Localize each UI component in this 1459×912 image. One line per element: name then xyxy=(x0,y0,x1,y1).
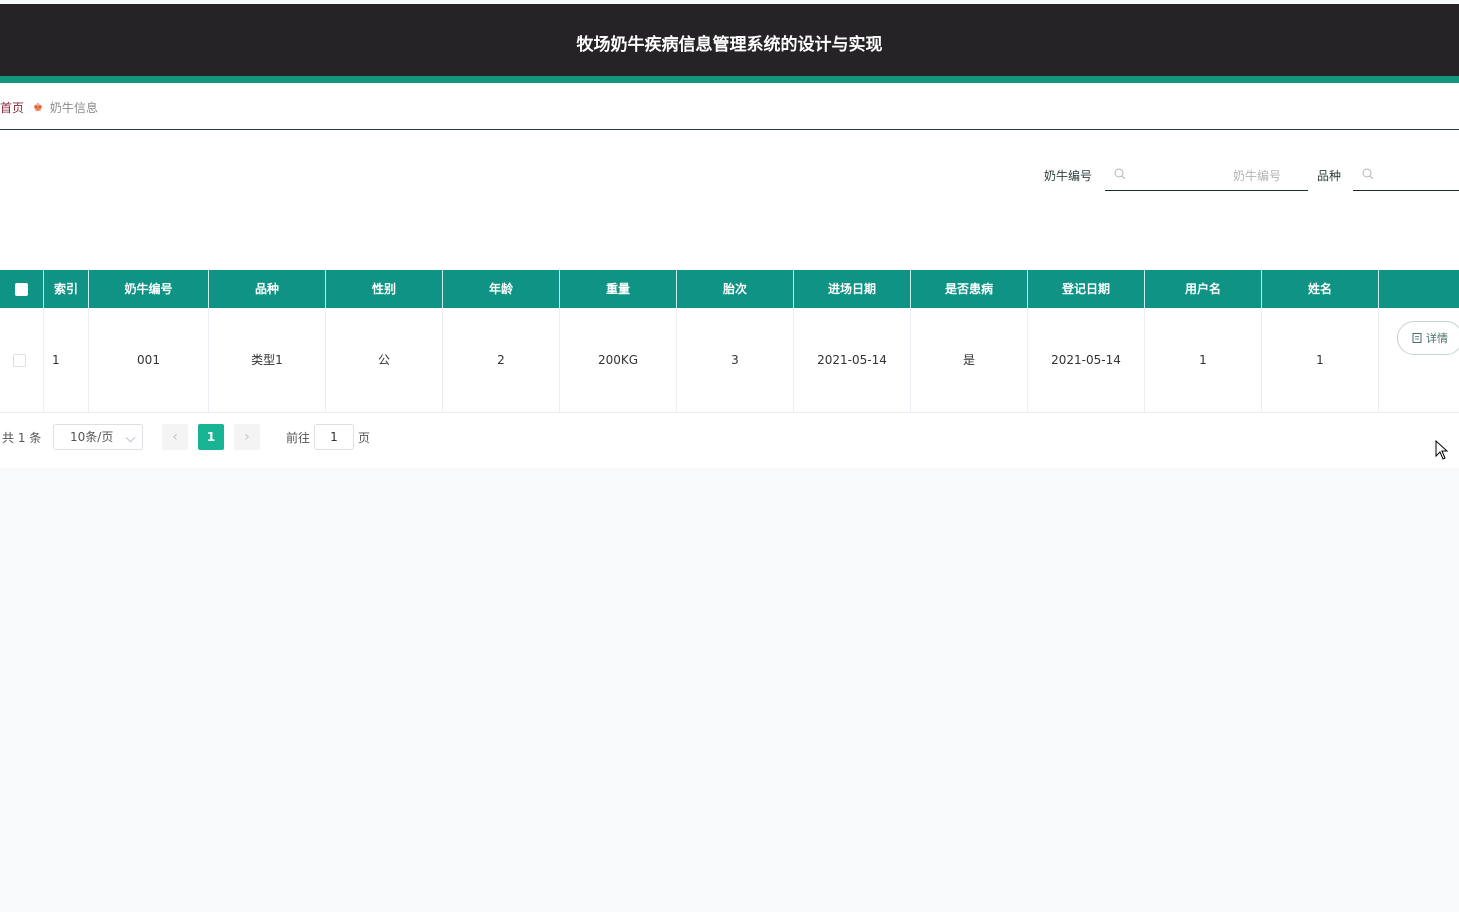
select-all-checkbox-cell xyxy=(0,270,44,308)
pagination: 共 1 条 10条/页 ‹ 1 › 前往 1 页 xyxy=(0,424,600,450)
cell-parity: 3 xyxy=(677,308,794,413)
header-accent-bar xyxy=(0,76,1459,83)
col-header-age: 年龄 xyxy=(443,270,560,308)
next-page-button[interactable]: › xyxy=(234,424,260,450)
breadcrumb-divider xyxy=(0,129,1459,130)
detail-button-label: 详情 xyxy=(1426,332,1448,345)
chevron-down-icon xyxy=(125,432,136,443)
col-header-gender: 性别 xyxy=(326,270,443,308)
search-icon xyxy=(1362,168,1374,180)
col-header-entry-date: 进场日期 xyxy=(794,270,911,308)
search-icon xyxy=(1114,168,1126,180)
table-header: 索引 奶牛编号 品种 性别 年龄 重量 胎次 进场日期 是否患病 登记日期 用户… xyxy=(0,270,1459,308)
breadcrumb-home-link[interactable]: 首页 xyxy=(0,99,24,116)
select-all-checkbox[interactable] xyxy=(15,282,28,296)
app-header: 牧场奶牛疾病信息管理系统的设计与实现 xyxy=(0,4,1459,76)
cell-sick: 是 xyxy=(911,308,1028,413)
row-checkbox-cell xyxy=(0,308,44,413)
cell-gender: 公 xyxy=(326,308,443,413)
document-icon xyxy=(1412,333,1422,343)
col-header-name: 姓名 xyxy=(1262,270,1379,308)
col-header-index: 索引 xyxy=(44,270,89,308)
cell-cow-number: 001 xyxy=(89,308,209,413)
col-header-username: 用户名 xyxy=(1145,270,1262,308)
cow-number-label: 奶牛编号 xyxy=(1044,169,1093,183)
mouse-cursor-icon xyxy=(1435,440,1449,460)
cell-index: 1 xyxy=(44,308,89,413)
table-row: 1 001 类型1 公 2 200KG 3 2021-05-14 是 2021-… xyxy=(0,308,1459,413)
page-size-select[interactable]: 10条/页 xyxy=(53,424,143,450)
page-size-value: 10条/页 xyxy=(70,430,114,444)
cell-age: 2 xyxy=(443,308,560,413)
goto-page-input[interactable]: 1 xyxy=(314,424,354,450)
main-content: 首页 ♚ 奶牛信息 奶牛编号 品种 索引 奶牛编号 品种 性别 年龄 重量 胎次… xyxy=(0,83,1459,468)
breadcrumb: 首页 ♚ 奶牛信息 xyxy=(0,99,98,115)
goto-label: 前往 xyxy=(286,431,311,445)
detail-button[interactable]: 详情 xyxy=(1397,321,1459,355)
cow-number-input[interactable] xyxy=(1133,166,1281,186)
cow-number-search[interactable] xyxy=(1105,161,1308,191)
breadcrumb-current: 奶牛信息 xyxy=(49,100,98,115)
cell-username: 1 xyxy=(1145,308,1262,413)
breed-input[interactable] xyxy=(1381,166,1451,186)
cell-breed: 类型1 xyxy=(209,308,326,413)
col-header-weight: 重量 xyxy=(560,270,677,308)
col-header-breed: 品种 xyxy=(209,270,326,308)
row-checkbox[interactable] xyxy=(13,354,26,367)
col-header-action xyxy=(1379,270,1459,308)
cell-register-date: 2021-05-14 xyxy=(1028,308,1145,413)
cell-weight: 200KG xyxy=(560,308,677,413)
page-number-current[interactable]: 1 xyxy=(198,424,224,450)
col-header-parity: 胎次 xyxy=(677,270,794,308)
pagination-total: 共 1 条 xyxy=(2,431,42,445)
col-header-register-date: 登记日期 xyxy=(1028,270,1145,308)
col-header-cow-number: 奶牛编号 xyxy=(89,270,209,308)
goto-unit: 页 xyxy=(358,431,371,445)
prev-page-button[interactable]: ‹ xyxy=(162,424,188,450)
cell-entry-date: 2021-05-14 xyxy=(794,308,911,413)
cell-name: 1 xyxy=(1262,308,1379,413)
breadcrumb-separator-icon: ♚ xyxy=(33,100,43,114)
app-title: 牧场奶牛疾病信息管理系统的设计与实现 xyxy=(576,35,883,55)
breed-search[interactable] xyxy=(1353,161,1459,191)
col-header-sick: 是否患病 xyxy=(911,270,1028,308)
breed-label: 品种 xyxy=(1317,169,1342,183)
